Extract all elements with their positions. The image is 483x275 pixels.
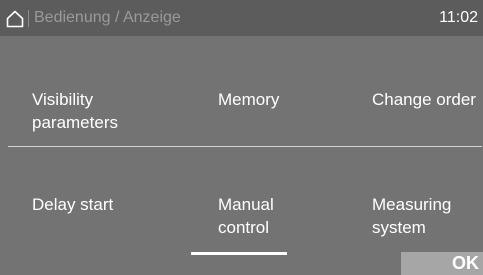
menu-item-measuring-system[interactable]: Measuring system	[372, 193, 451, 239]
menu-item-label: Visibility	[32, 90, 94, 109]
control-panel-screen: Bedienung / Anzeige 11:02 Visibility par…	[0, 0, 483, 275]
menu-item-label: parameters	[32, 113, 118, 132]
menu-item-label: control	[218, 218, 270, 237]
title-separator	[28, 10, 29, 27]
menu-item-label: Measuring	[372, 195, 452, 214]
menu-item-memory[interactable]: Memory	[218, 88, 279, 111]
menu-item-label: Change order	[372, 90, 476, 109]
home-icon[interactable]	[6, 10, 24, 28]
menu-item-delay-start[interactable]: Delay start	[32, 193, 113, 216]
menu-item-label: system	[372, 218, 426, 237]
menu-item-manual-control[interactable]: Manual control	[218, 193, 274, 239]
menu-item-label: Memory	[218, 90, 280, 109]
menu-item-label: Delay start	[32, 195, 114, 214]
row-divider	[8, 146, 482, 147]
menu-item-change-order[interactable]: Change order	[372, 88, 476, 111]
menu-item-label: Manual	[218, 195, 274, 214]
status-bar: Bedienung / Anzeige 11:02	[0, 0, 483, 36]
ok-button[interactable]: OK	[401, 252, 483, 275]
selection-indicator	[191, 252, 287, 255]
breadcrumb: Bedienung / Anzeige	[34, 9, 181, 26]
menu-item-visibility-parameters[interactable]: Visibility parameters	[32, 88, 118, 134]
clock: 11:02	[439, 9, 478, 26]
